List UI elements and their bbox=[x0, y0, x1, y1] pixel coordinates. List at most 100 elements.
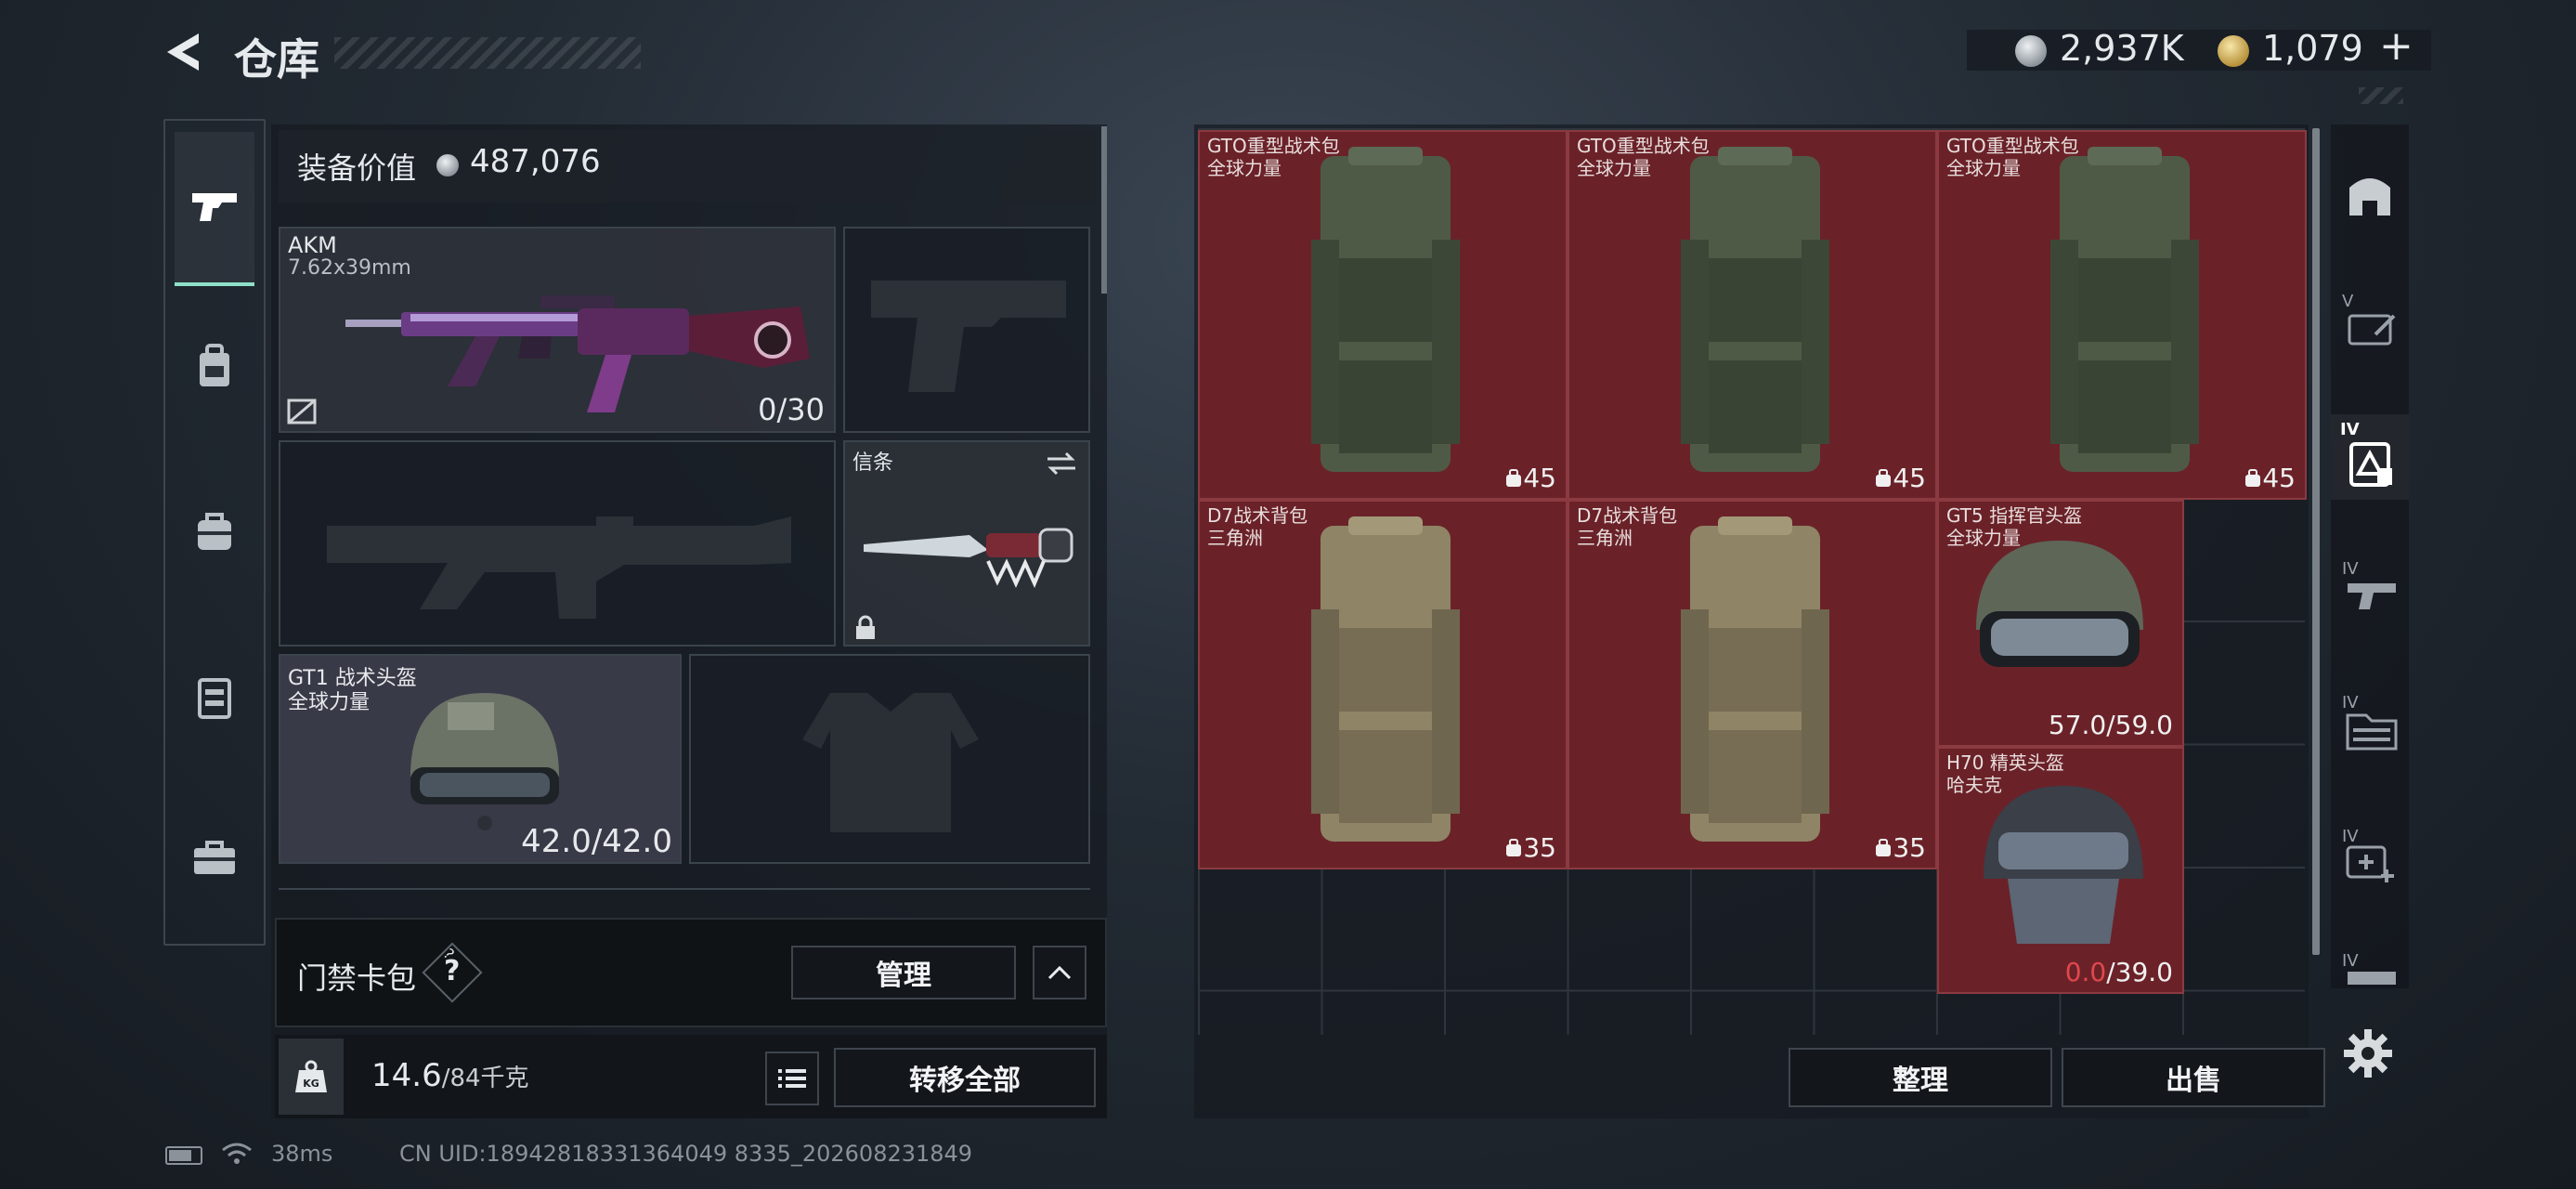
help-mark: ? bbox=[444, 955, 461, 987]
manage-button[interactable]: 管理 bbox=[791, 946, 1016, 1000]
currency-silver: 2,937K bbox=[2060, 28, 2184, 69]
weight-max: /84千克 bbox=[441, 1065, 529, 1092]
capacity-icon bbox=[2245, 469, 2260, 487]
stash-item-backpack-d7-1[interactable]: D7战术背包 三角洲 35 bbox=[1198, 500, 1568, 869]
battery-icon bbox=[165, 1146, 202, 1165]
equipment-scrollbar[interactable] bbox=[1101, 126, 1107, 294]
stash-item-backpack-gto-1[interactable]: GTO重型战术包 全球力量 45 bbox=[1198, 130, 1568, 500]
secondary-weapon-slot[interactable] bbox=[843, 227, 1090, 433]
tab-tier-iv-2[interactable]: IV bbox=[2338, 559, 2401, 622]
value-coin-icon bbox=[436, 154, 459, 176]
armor-slot[interactable] bbox=[689, 654, 1090, 864]
tab-tier-iv-3[interactable]: IV bbox=[2338, 693, 2401, 756]
gto-backpack-image bbox=[2050, 147, 2199, 472]
swap-icon[interactable] bbox=[1044, 450, 1079, 477]
folder-category-icon bbox=[2346, 713, 2398, 751]
helmet-slot[interactable]: GT1 战术头盔 全球力量 42.0/42.0 bbox=[279, 654, 682, 864]
item-durability: 57.0/59.0 bbox=[2048, 710, 2173, 740]
sort-button[interactable]: 整理 bbox=[1789, 1048, 2052, 1107]
add-currency-button[interactable]: + bbox=[2379, 22, 2413, 70]
item-durability: 0.0/39.0 bbox=[2065, 957, 2173, 987]
collapse-button[interactable] bbox=[1033, 946, 1086, 1000]
armor-placeholder-icon bbox=[802, 693, 979, 832]
bag-icon bbox=[198, 513, 231, 550]
weapon-name: AKM bbox=[288, 232, 337, 258]
stash-item-helmet-gt5[interactable]: GT5 指挥官头盔 全球力量 57.0/59.0 bbox=[1937, 500, 2184, 747]
pistol-placeholder-icon bbox=[871, 281, 1066, 392]
chevron-up-icon bbox=[1047, 965, 1072, 980]
tertiary-weapon-slot[interactable] bbox=[279, 440, 836, 647]
weight-icon: KG bbox=[295, 1060, 327, 1092]
capacity-icon bbox=[1876, 469, 1891, 487]
tab-backpack-alt[interactable] bbox=[182, 334, 247, 399]
list-icon bbox=[778, 1069, 806, 1088]
stash-scrollbar[interactable] bbox=[2312, 128, 2320, 955]
transfer-all-button[interactable]: 转移全部 bbox=[834, 1048, 1096, 1107]
item-name: D7战术背包 bbox=[1577, 504, 1678, 527]
svg-text:KG: KG bbox=[303, 1078, 319, 1090]
equip-value: 487,076 bbox=[470, 143, 601, 180]
armor-category-icon bbox=[2349, 442, 2392, 487]
capacity-icon bbox=[1876, 839, 1891, 856]
toolbox-category-icon bbox=[2348, 314, 2396, 346]
silver-coin-icon bbox=[2015, 35, 2047, 67]
capacity-icon bbox=[1506, 469, 1521, 487]
item-brand: 三角洲 bbox=[1207, 527, 1263, 549]
tab-weapons[interactable] bbox=[175, 132, 254, 286]
tab-bag[interactable] bbox=[182, 498, 247, 563]
item-capacity: 35 bbox=[1523, 832, 1556, 863]
primary-weapon-slot[interactable]: AKM 7.62x39mm 0/30 bbox=[279, 227, 836, 433]
tab-toolbox[interactable] bbox=[182, 825, 247, 890]
sell-button[interactable]: 出售 bbox=[2062, 1048, 2325, 1107]
item-name: GT5 指挥官头盔 bbox=[1946, 504, 2083, 527]
rifle-placeholder-icon bbox=[327, 516, 791, 619]
d7-backpack-image bbox=[1311, 516, 1460, 842]
d7-backpack-image bbox=[1681, 516, 1829, 842]
melee-slot[interactable]: 信条 bbox=[843, 440, 1090, 647]
helmet-durability: 42.0/42.0 bbox=[521, 823, 672, 860]
weapon-category-icon bbox=[2348, 583, 2396, 609]
stash-item-helmet-h70[interactable]: H70 精英头盔 哈夫克 0.0/39.0 bbox=[1937, 747, 2184, 994]
gt5-helmet-image bbox=[1976, 541, 2143, 667]
pistol-icon bbox=[192, 193, 237, 221]
settings-button[interactable] bbox=[2342, 1027, 2394, 1079]
stash-home-icon bbox=[2349, 178, 2390, 216]
capacity-icon bbox=[1506, 839, 1521, 856]
no-attachment-icon bbox=[287, 399, 317, 425]
tab-container[interactable] bbox=[182, 665, 247, 730]
back-button[interactable] bbox=[160, 28, 208, 76]
item-brand: 三角洲 bbox=[1577, 527, 1633, 549]
tab-stash-home[interactable] bbox=[2338, 163, 2401, 227]
backpack-icon bbox=[200, 344, 229, 386]
keycard-label: 门禁卡包 bbox=[297, 960, 417, 996]
tab-tier-iv-5[interactable]: IV bbox=[2338, 951, 2401, 992]
stash-item-backpack-gto-3[interactable]: GTO重型战术包 全球力量 45 bbox=[1937, 130, 2307, 500]
medkit-category-icon bbox=[2346, 845, 2394, 882]
equip-value-label: 装备价值 bbox=[297, 150, 417, 186]
akm-rifle-image bbox=[345, 295, 810, 412]
knife-image bbox=[864, 528, 1073, 589]
list-view-button[interactable] bbox=[765, 1052, 819, 1105]
item-capacity: 45 bbox=[1893, 463, 1926, 493]
item-durability-max: /39.0 bbox=[2106, 957, 2173, 987]
item-durability-current: 0.0 bbox=[2064, 957, 2107, 987]
kg-icon: KG bbox=[279, 1039, 344, 1115]
h70-helmet-image bbox=[1984, 786, 2143, 944]
gto-backpack-image bbox=[1311, 147, 1460, 472]
stash-item-backpack-gto-2[interactable]: GTO重型战术包 全球力量 45 bbox=[1568, 130, 1937, 500]
item-name: H70 精英头盔 bbox=[1946, 751, 2064, 774]
weapon-ammo-count: 0/30 bbox=[758, 392, 825, 427]
item-capacity: 45 bbox=[1523, 463, 1556, 493]
item-brand: 全球力量 bbox=[1577, 157, 1651, 179]
tab-tier-v[interactable]: V bbox=[2338, 292, 2401, 355]
gto-backpack-image bbox=[1681, 147, 1829, 472]
item-name: D7战术背包 bbox=[1207, 504, 1308, 527]
container-icon bbox=[198, 678, 231, 719]
title-decoration bbox=[334, 37, 641, 69]
tab-tier-iv-4[interactable]: IV bbox=[2338, 827, 2401, 890]
weight-current: 14.6 bbox=[371, 1057, 442, 1094]
currency-gold: 1,079 bbox=[2262, 28, 2363, 69]
stash-item-backpack-d7-2[interactable]: D7战术背包 三角洲 35 bbox=[1568, 500, 1937, 869]
tab-tier-iv-active[interactable]: IV bbox=[2331, 414, 2409, 500]
melee-label: 信条 bbox=[852, 451, 894, 475]
